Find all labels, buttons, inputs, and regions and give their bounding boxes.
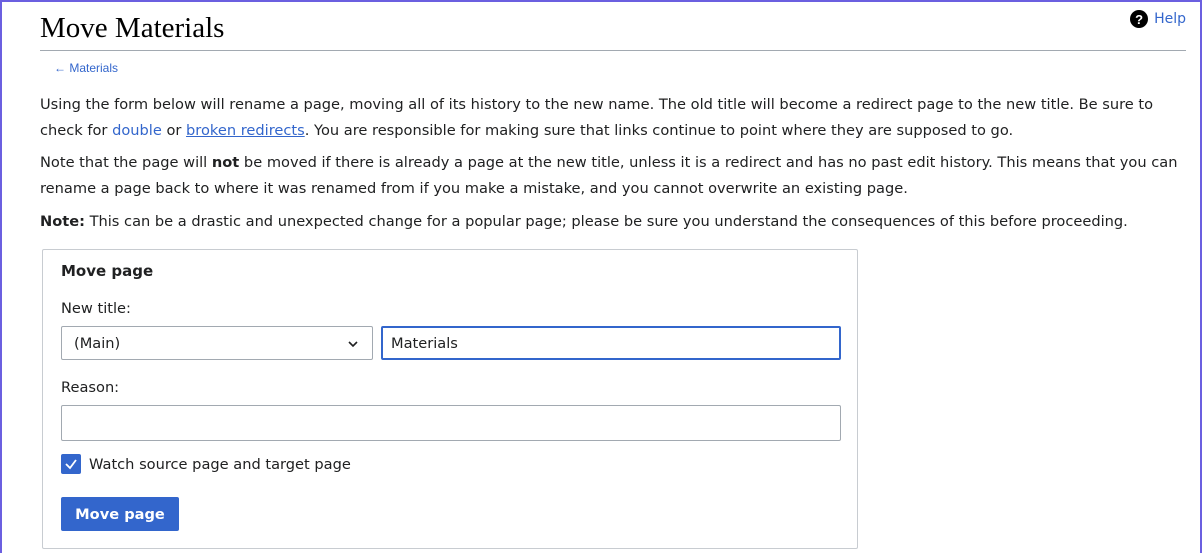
intro-text: This can be a drastic and unexpected cha… bbox=[84, 213, 1128, 230]
page-title: Move Materials bbox=[40, 12, 225, 44]
move-page-fieldset: Move page New title: (Main) Reason: Watc… bbox=[42, 249, 858, 549]
checkmark-icon bbox=[65, 459, 77, 470]
namespace-select-value: (Main) bbox=[74, 334, 121, 352]
title-divider bbox=[40, 50, 1186, 51]
reason-label: Reason: bbox=[61, 379, 120, 396]
reason-input[interactable] bbox=[61, 405, 841, 441]
watch-option: Watch source page and target page bbox=[61, 454, 351, 474]
intro-text: or bbox=[161, 122, 187, 139]
intro-paragraph-2: Note that the page will not be moved if … bbox=[40, 150, 1200, 202]
move-page-button[interactable]: Move page bbox=[61, 497, 179, 531]
watch-label: Watch source page and target page bbox=[89, 455, 351, 473]
intro-bold: not bbox=[211, 154, 240, 171]
help-link[interactable]: ? Help bbox=[1130, 10, 1186, 28]
watch-checkbox[interactable] bbox=[61, 454, 81, 474]
help-label: Help bbox=[1154, 11, 1186, 27]
chevron-down-icon bbox=[348, 341, 358, 348]
breadcrumb: ← Materials bbox=[54, 61, 118, 75]
new-title-label: New title: bbox=[61, 300, 131, 317]
intro-paragraph-1: Using the form below will rename a page,… bbox=[40, 92, 1200, 144]
note-label: Note: bbox=[40, 213, 85, 230]
intro-paragraph-3: Note: This can be a drastic and unexpect… bbox=[40, 209, 1200, 235]
new-title-input[interactable] bbox=[381, 326, 841, 360]
help-icon: ? bbox=[1130, 10, 1149, 28]
intro-text: . You are responsible for making sure th… bbox=[304, 122, 1014, 139]
double-redirects-link[interactable]: double bbox=[112, 122, 162, 139]
intro-text: Note that the page will bbox=[40, 154, 212, 171]
namespace-select[interactable]: (Main) bbox=[61, 326, 373, 360]
back-link[interactable]: ← Materials bbox=[54, 61, 118, 75]
fieldset-legend: Move page bbox=[61, 262, 154, 280]
broken-redirects-link[interactable]: broken redirects bbox=[186, 122, 305, 139]
